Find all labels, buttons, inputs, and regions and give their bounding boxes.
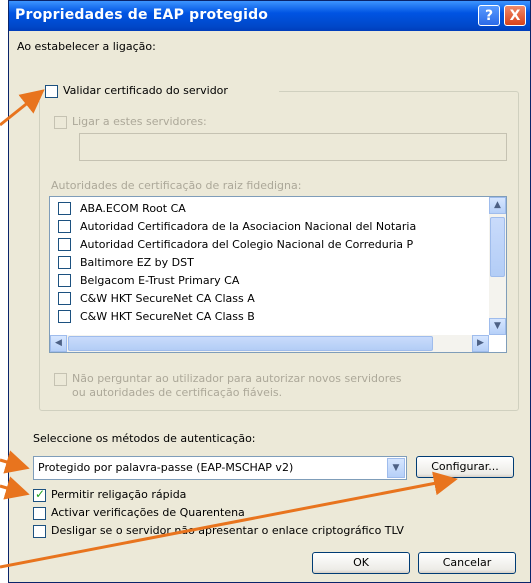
arrow-auth-method <box>0 450 30 474</box>
arrow-configure <box>0 471 458 569</box>
annotation-arrows <box>0 89 458 569</box>
arrow-validate <box>0 89 45 127</box>
arrow-fast-reconnect <box>0 476 30 500</box>
